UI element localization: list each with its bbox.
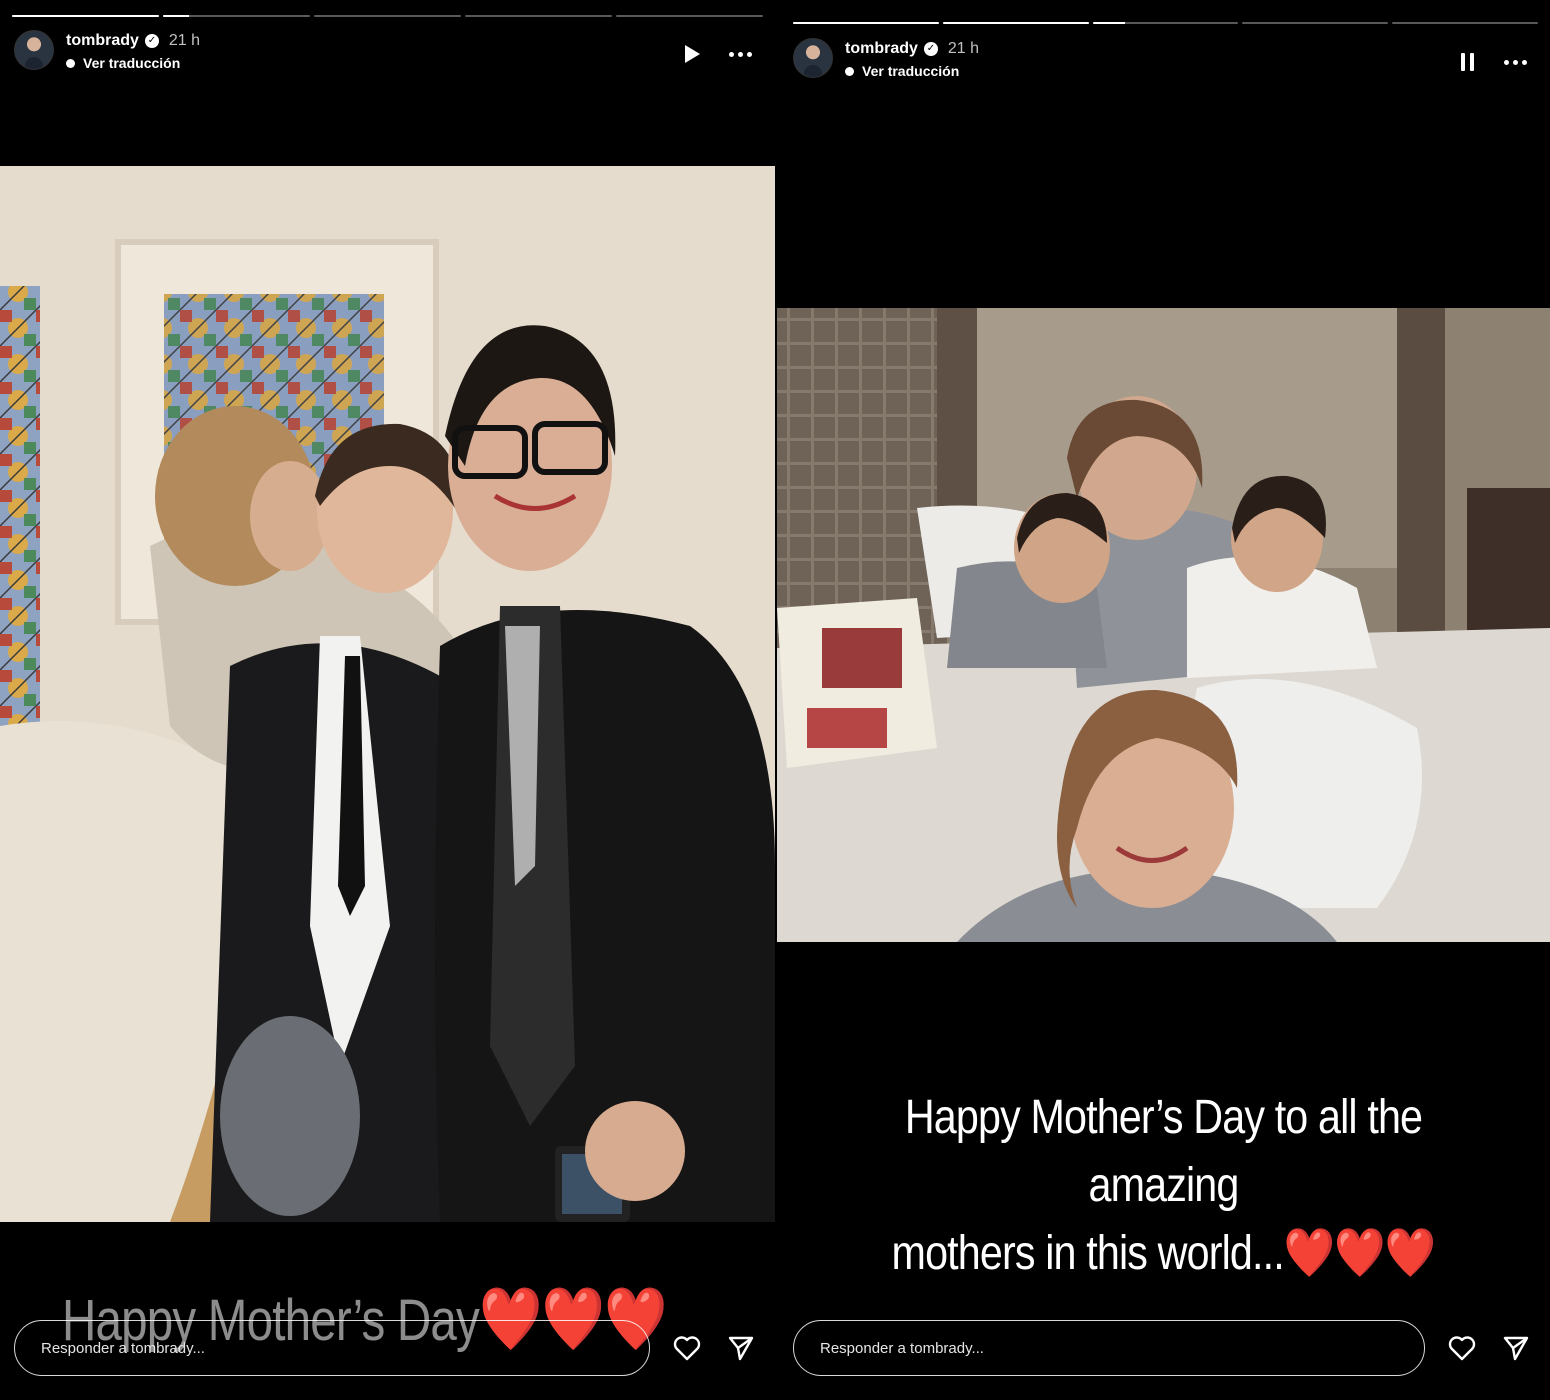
story-photo <box>777 308 1550 942</box>
post-time: 21 h <box>168 32 201 49</box>
pause-icon <box>1460 53 1474 71</box>
more-options-button[interactable] <box>1502 50 1528 74</box>
story-photo <box>0 166 775 1222</box>
translate-dot-icon <box>845 66 854 76</box>
progress-segment <box>314 15 461 17</box>
reply-placeholder: Responder a tombrady... <box>41 1339 205 1357</box>
more-options-icon <box>728 51 752 57</box>
heart-emojis: ❤️❤️❤️ <box>1283 1227 1436 1280</box>
like-button[interactable] <box>1447 1333 1477 1363</box>
progress-segment <box>465 15 612 17</box>
story-progress-bar <box>793 22 1538 24</box>
progress-segment <box>1092 22 1239 24</box>
progress-fill <box>12 15 159 17</box>
progress-segment <box>942 22 1089 24</box>
see-translation-link[interactable]: Ver traducción <box>83 55 180 71</box>
reply-input[interactable]: Responder a tombrady... <box>14 1320 650 1376</box>
story-controls <box>1454 50 1528 74</box>
story-caption: Happy Mother’s Day to all the amazing mo… <box>777 1084 1550 1288</box>
progress-segment <box>163 15 310 17</box>
like-button[interactable] <box>672 1333 702 1363</box>
translate-dot-icon <box>66 58 75 68</box>
reply-actions <box>1447 1333 1531 1363</box>
send-icon <box>728 1336 754 1361</box>
username[interactable]: tombrady <box>845 40 918 58</box>
progress-segment <box>793 22 939 24</box>
progress-fill <box>793 22 939 24</box>
reply-bar: Responder a tombrady... <box>793 1320 1534 1376</box>
story-panel-right: tombrady ✓ 21 h Ver traducción Happy Mot… <box>777 0 1550 1400</box>
caption-line-1: Happy Mother’s Day to all the amazing <box>904 1091 1423 1212</box>
story-header: tombrady ✓ 21 h Ver traducción <box>14 30 200 71</box>
reply-bar: Responder a tombrady... <box>14 1320 759 1376</box>
story-meta: tombrady ✓ 21 h Ver traducción <box>66 30 200 71</box>
progress-fill <box>1092 22 1125 24</box>
post-time: 21 h <box>947 40 980 57</box>
progress-fill <box>163 15 190 17</box>
progress-segment <box>1242 22 1389 24</box>
story-meta: tombrady ✓ 21 h Ver traducción <box>845 38 979 79</box>
verified-badge-icon: ✓ <box>144 34 159 48</box>
photo-illustration <box>0 166 775 1222</box>
play-icon <box>684 45 700 63</box>
reply-placeholder: Responder a tombrady... <box>820 1339 984 1357</box>
story-header: tombrady ✓ 21 h Ver traducción <box>793 38 979 79</box>
progress-segment <box>1392 22 1538 24</box>
avatar[interactable] <box>14 30 54 70</box>
username[interactable]: tombrady <box>66 32 139 50</box>
photo-illustration <box>777 308 1550 942</box>
reply-actions <box>672 1333 756 1363</box>
heart-icon <box>1448 1336 1476 1361</box>
progress-segment <box>12 15 159 17</box>
more-options-button[interactable] <box>727 42 753 66</box>
pause-button[interactable] <box>1454 50 1480 74</box>
story-controls <box>679 42 753 66</box>
avatar[interactable] <box>793 38 833 78</box>
heart-icon <box>673 1336 701 1361</box>
story-panel-left: tombrady ✓ 21 h Ver traducción Happy Mot… <box>0 0 775 1400</box>
verified-badge-icon: ✓ <box>923 42 938 56</box>
progress-segment <box>616 15 763 17</box>
story-progress-bar <box>12 15 763 17</box>
play-button[interactable] <box>679 42 705 66</box>
send-icon <box>1503 1336 1529 1361</box>
reply-input[interactable]: Responder a tombrady... <box>793 1320 1425 1376</box>
caption-line-2: mothers in this world... <box>891 1227 1285 1280</box>
see-translation-link[interactable]: Ver traducción <box>862 63 959 79</box>
share-button[interactable] <box>726 1333 756 1363</box>
share-button[interactable] <box>1501 1333 1531 1363</box>
progress-fill <box>942 22 1089 24</box>
more-options-icon <box>1503 59 1527 65</box>
